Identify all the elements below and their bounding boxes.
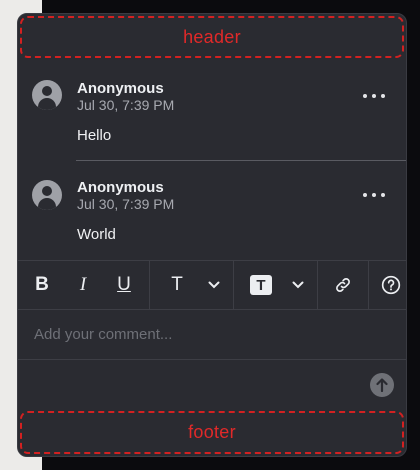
toolbar-divider <box>368 261 369 309</box>
avatar <box>32 80 62 110</box>
more-options-icon[interactable] <box>360 185 388 205</box>
bold-button[interactable]: B <box>24 261 60 309</box>
text-color-button[interactable]: T <box>160 261 194 309</box>
more-options-icon[interactable] <box>360 86 388 106</box>
chevron-down-icon <box>208 281 220 289</box>
avatar <box>32 180 62 210</box>
formatting-toolbar: B I U T T <box>18 260 406 310</box>
footer-label: footer <box>188 422 236 442</box>
send-button[interactable] <box>370 373 394 397</box>
header-region: header <box>20 16 404 58</box>
text-color-dropdown[interactable] <box>202 261 226 309</box>
footer-region: footer <box>20 411 404 454</box>
link-button[interactable] <box>326 261 360 309</box>
comment-time: Jul 30, 7:39 PM <box>77 97 175 113</box>
comment-item: Anonymous Jul 30, 7:39 PM World <box>18 160 406 260</box>
chevron-down-icon <box>292 281 304 289</box>
comment-author: Anonymous <box>77 179 164 196</box>
link-icon <box>336 278 350 292</box>
toolbar-divider <box>149 261 150 309</box>
italic-button[interactable]: I <box>66 261 100 309</box>
underline-button[interactable]: U <box>107 261 141 309</box>
comments-panel: header Anonymous Jul 30, 7:39 PM Hello A… <box>17 13 407 457</box>
header-label: header <box>183 26 241 47</box>
comment-item: Anonymous Jul 30, 7:39 PM Hello <box>18 58 406 158</box>
comment-time: Jul 30, 7:39 PM <box>77 196 175 212</box>
comment-text: World <box>77 226 116 243</box>
comment-composer <box>18 310 406 360</box>
comment-input[interactable] <box>18 310 406 359</box>
comment-text: Hello <box>77 127 112 144</box>
toolbar-divider <box>233 261 234 309</box>
background-color-dropdown[interactable] <box>286 261 310 309</box>
comment-author: Anonymous <box>77 80 164 97</box>
help-icon <box>381 275 401 295</box>
background-color-button[interactable]: T <box>244 261 278 309</box>
arrow-up-icon <box>376 378 388 392</box>
toolbar-divider <box>317 261 318 309</box>
help-button[interactable] <box>374 261 406 309</box>
